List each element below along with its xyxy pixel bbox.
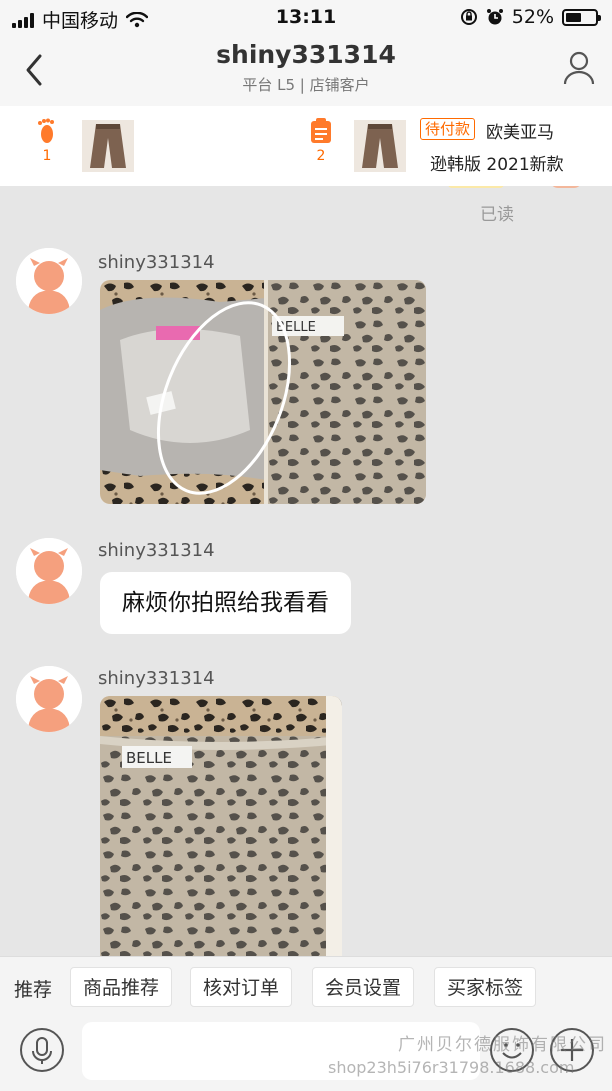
- order-list-icon: [311, 118, 331, 143]
- order-strip: 1 2 待付款 欧美亚马 逊韩版 2021新款: [0, 106, 612, 186]
- avatar[interactable]: [16, 538, 82, 604]
- previous-message-edge: [448, 186, 504, 188]
- label-text: BELLE: [126, 749, 172, 767]
- order-count: 2: [316, 148, 326, 164]
- watermark-shop-url: shop23h5i76r31798.1688.com: [328, 1058, 575, 1077]
- chat-area[interactable]: 已读 shiny331314 BELLE shiny331314 麻烦你拍照给我…: [0, 186, 612, 956]
- microphone-icon: [32, 1037, 52, 1064]
- product-title-line1[interactable]: 欧美亚马: [486, 118, 554, 143]
- buyer-tags-button[interactable]: 买家标签: [434, 967, 537, 1007]
- image-message[interactable]: BELLE: [100, 696, 342, 956]
- recommend-label: 推荐: [14, 979, 53, 1001]
- battery-icon: [562, 8, 601, 26]
- screen-lock-icon: [460, 9, 477, 25]
- sender-name: shiny331314: [98, 668, 215, 689]
- microphone-button[interactable]: [20, 1028, 64, 1072]
- watermark-company: 广州贝尔德服饰有限公司: [398, 1035, 607, 1055]
- order-product-thumbnail[interactable]: [354, 120, 406, 172]
- product-recommend-button[interactable]: 商品推荐: [70, 967, 173, 1007]
- buyer-avatar-icon: [16, 666, 82, 732]
- order-status-tag: 待付款: [420, 118, 476, 140]
- product-title-line2[interactable]: 逊韩版 2021新款: [430, 150, 564, 175]
- buyer-avatar-icon: [16, 538, 82, 604]
- seller-avatar-edge: [550, 186, 582, 188]
- quick-actions-bar: 推荐 商品推荐 核对订单 会员设置 买家标签: [0, 956, 612, 1014]
- text-message[interactable]: 麻烦你拍照给我看看: [100, 572, 351, 634]
- sender-name: shiny331314: [98, 252, 215, 273]
- order-entry[interactable]: 2: [304, 118, 338, 164]
- avatar[interactable]: [16, 248, 82, 314]
- user-profile-icon[interactable]: [562, 50, 596, 86]
- footprint-entry[interactable]: 1: [30, 118, 64, 164]
- footprint-icon: [38, 118, 54, 143]
- buyer-avatar-icon: [16, 248, 82, 314]
- status-bar: 中国移动 13:11 52%: [0, 0, 612, 36]
- image-message[interactable]: BELLE: [100, 280, 426, 504]
- avatar[interactable]: [16, 666, 82, 732]
- alarm-icon: [486, 9, 503, 25]
- battery-fill: [566, 12, 581, 22]
- status-right: 52%: [460, 6, 601, 28]
- sender-name: shiny331314: [98, 540, 215, 561]
- battery-percent: 52%: [511, 6, 554, 28]
- chat-header: shiny331314 平台 L5 | 店铺客户: [0, 36, 612, 106]
- customer-level: 平台 L5 | 店铺客户: [242, 76, 370, 94]
- product-thumbnail[interactable]: [82, 120, 134, 172]
- member-settings-button[interactable]: 会员设置: [312, 967, 415, 1007]
- read-receipt: 已读: [480, 205, 514, 225]
- page-title: shiny331314: [216, 40, 396, 69]
- check-order-button[interactable]: 核对订单: [190, 967, 293, 1007]
- footprint-count: 1: [42, 148, 52, 164]
